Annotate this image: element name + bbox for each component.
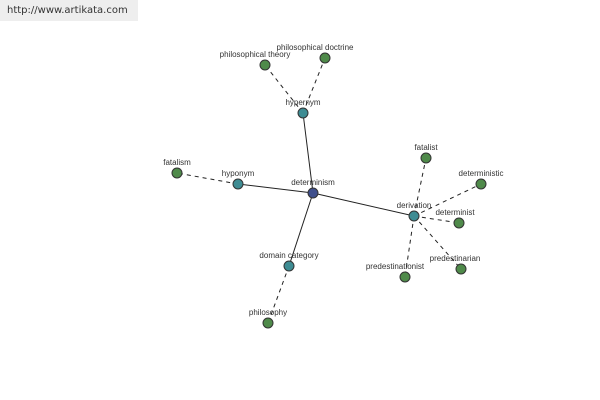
node-derivation[interactable] [408,210,420,222]
edge-derivation-to-determinist [413,215,460,224]
node-label-predestinationist[interactable]: predestinationist [366,262,425,271]
node-deterministic[interactable] [475,178,487,190]
node-label-philosophy[interactable]: philosophy [249,308,287,317]
node-label-predestinarian[interactable]: predestinarian [430,254,481,263]
edges-layer [176,57,482,324]
node-label-hypernym[interactable]: hypernym [285,98,320,107]
node-philosophical-doctrine[interactable] [319,52,331,64]
nodes-layer [171,52,487,329]
node-predestinarian[interactable] [455,263,467,275]
word-relation-graph: determinism hypernym hyponym derivation doma… [163,43,504,329]
node-label-derivation[interactable]: derivation [397,201,432,210]
node-hyponym[interactable] [232,178,244,190]
node-domain-category[interactable] [283,260,295,272]
node-determinism[interactable] [307,187,319,199]
node-fatalism[interactable] [171,167,183,179]
node-label-fatalism[interactable]: fatalism [163,158,191,167]
node-label-domain-category[interactable]: domain category [259,251,318,260]
node-label-determinism[interactable]: determinism [291,178,335,187]
node-hypernym[interactable] [297,107,309,119]
node-philosophy[interactable] [262,317,274,329]
node-label-philosophical-doctrine[interactable]: philosophical doctrine [277,43,354,52]
node-label-hyponym[interactable]: hyponym [222,169,255,178]
node-label-deterministic[interactable]: deterministic [459,169,504,178]
node-predestinationist[interactable] [399,271,411,283]
node-fatalist[interactable] [420,152,432,164]
node-philosophical-theory[interactable] [259,59,271,71]
node-label-determinist[interactable]: determinist [435,208,475,217]
node-determinist[interactable] [453,217,465,229]
node-label-fatalist[interactable]: fatalist [414,143,438,152]
